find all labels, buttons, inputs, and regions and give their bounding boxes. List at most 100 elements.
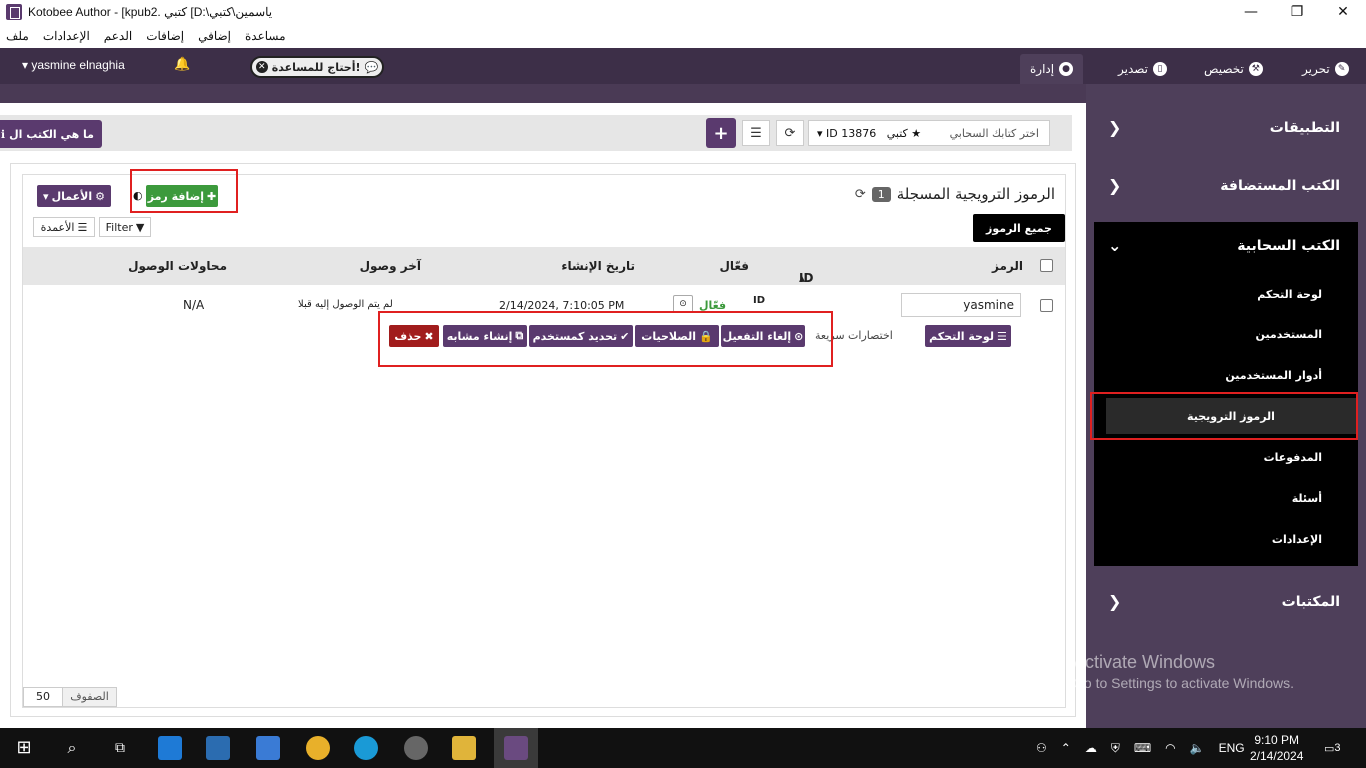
code-field[interactable]: yasmine: [901, 293, 1021, 317]
sidebar-item-cloud-books[interactable]: ⌄ الكتب السحابية: [1086, 228, 1366, 268]
col-created[interactable]: تاريخ الإنشاء: [561, 259, 635, 273]
promo-codes-panel: ⟳ 1 الرموز الترويجية المسجلة جميع الرموز…: [10, 163, 1076, 717]
menu-settings[interactable]: الإعدادات: [43, 29, 90, 43]
menu-addons[interactable]: إضافات: [146, 29, 184, 43]
start-icon[interactable]: ⊞: [12, 736, 36, 760]
help-label: أحتاج للمساعدة!: [271, 60, 361, 74]
menu-support[interactable]: الدعم: [104, 29, 132, 43]
user-menu[interactable]: ▾ yasmine elnaghia: [22, 58, 125, 72]
app-top-bar: ▾ yasmine elnaghia 🔔 ✕ أحتاج للمساعدة! 💬…: [0, 48, 1366, 84]
all-codes-button[interactable]: جميع الرموز: [973, 214, 1065, 242]
chevron-down-icon: ⌄: [1108, 236, 1122, 255]
filter-button[interactable]: Filter ▼: [99, 217, 151, 237]
select-placeholder: اختر كتابك السحابي: [949, 127, 1039, 140]
maximize-button[interactable]: ❐: [1274, 0, 1320, 24]
wifi-icon[interactable]: ◠: [1165, 741, 1175, 755]
chevron-up-icon[interactable]: ⌃: [1061, 741, 1071, 755]
dashboard-shortcut-button[interactable]: لوحة التحكم ☰: [925, 325, 1011, 347]
add-book-button[interactable]: +: [706, 118, 736, 148]
list-icon: ☰: [996, 329, 1007, 343]
row-last-access: لم يتم الوصول إليه قبلا: [298, 299, 393, 310]
chevron-right-icon: ❯: [1108, 176, 1122, 195]
tab-edit[interactable]: تحرير ✎: [1292, 54, 1359, 84]
sidebar-subitem-user-roles[interactable]: أدوار المستخدمين: [1225, 369, 1322, 382]
select-all-checkbox[interactable]: [1040, 259, 1053, 272]
close-circle-icon[interactable]: ✕: [255, 61, 268, 73]
sidebar-subitem-payments[interactable]: المدفوعات: [1264, 451, 1322, 464]
highlight-quick-actions: [378, 311, 833, 367]
device-icon: ▯: [1153, 62, 1168, 76]
highlight-promo-codes: [1090, 392, 1358, 440]
task-view-icon[interactable]: ⧉: [108, 736, 132, 760]
columns-button[interactable]: الأعمدة ☰: [33, 217, 95, 237]
cloud-book-select[interactable]: ▾ ID 13876 كتبي ★ اختر كتابك السحابي: [808, 120, 1050, 146]
sidebar-item-apps[interactable]: ❯ التطبيقات: [1086, 110, 1366, 150]
notification-count: 3: [1334, 742, 1341, 754]
sidebar-subitem-settings[interactable]: الإعدادات: [1272, 533, 1322, 546]
app-icon[interactable]: [404, 736, 428, 760]
window-title: Kotobee Author - [kpub2. كتبي [D:\ياسمين…: [28, 5, 273, 19]
kotobee-taskbar-button[interactable]: [494, 728, 538, 768]
menu-bar: ملف الإعدادات الدعم إضافات إضافي مساعدة: [0, 24, 1366, 48]
volume-icon[interactable]: 🔈: [1190, 741, 1205, 755]
what-are-books-button[interactable]: ℹ ما هي الكتب ال: [0, 120, 102, 148]
sidebar-item-libraries[interactable]: ❯ المكتبات: [1086, 584, 1366, 624]
filter-icon: ▼: [135, 220, 145, 234]
menu-file[interactable]: ملف: [6, 29, 29, 43]
keyboard-icon[interactable]: ⌨: [1134, 741, 1151, 755]
list-icon: ☰: [750, 125, 762, 141]
kotobee-app-icon: [6, 4, 22, 20]
star-icon: ★: [911, 127, 922, 140]
language-indicator[interactable]: ENG: [1219, 741, 1245, 755]
menu-extra[interactable]: إضافي: [198, 29, 231, 43]
people-icon[interactable]: ⚇: [1036, 741, 1047, 755]
sidebar-subitem-dashboard[interactable]: لوحة التحكم: [1257, 288, 1322, 301]
help-button[interactable]: ✕ أحتاج للمساعدة! 💬: [250, 56, 384, 78]
chrome-icon[interactable]: [306, 736, 330, 760]
actions-button[interactable]: ▾ الأعمال ⚙: [37, 185, 111, 207]
store-icon[interactable]: [206, 736, 230, 760]
sidebar-subitem-users[interactable]: المستخدمين: [1256, 328, 1322, 341]
rows-per-page-input[interactable]: 50: [23, 687, 63, 707]
right-sidebar: ❯ التطبيقات ❯ الكتب المستضافة ⌄ الكتب ال…: [1086, 84, 1366, 728]
menu-help[interactable]: مساعدة: [245, 29, 286, 43]
tab-customize[interactable]: تخصيص ⚒: [1194, 54, 1273, 84]
refresh-icon[interactable]: ⟳: [855, 187, 866, 202]
caret-down-icon: ▾: [22, 58, 29, 72]
close-button[interactable]: ✕: [1320, 0, 1366, 24]
col-last-access[interactable]: آخر وصول: [360, 259, 421, 273]
edge-legacy-icon[interactable]: [158, 736, 182, 760]
minimize-button[interactable]: —: [1228, 0, 1274, 24]
gear-icon: ⚙: [95, 189, 105, 203]
cloud-icon[interactable]: ☁: [1085, 741, 1097, 755]
refresh-button[interactable]: ⟳: [776, 120, 804, 146]
notification-icon: ▭: [1324, 742, 1335, 755]
sidebar-subitem-questions[interactable]: أسئلة: [1292, 492, 1322, 505]
pencil-icon: ✎: [1334, 62, 1349, 76]
col-attempts[interactable]: محاولات الوصول: [128, 259, 227, 273]
selected-book: ▾ ID 13876 كتبي ★: [817, 127, 922, 140]
user-icon: ●: [1059, 62, 1074, 76]
edge-icon[interactable]: [354, 736, 378, 760]
tab-export[interactable]: تصدير ▯: [1108, 54, 1177, 84]
chevron-right-icon: ❯: [1108, 592, 1122, 611]
tab-manage[interactable]: إدارة ●: [1020, 54, 1084, 84]
list-view-button[interactable]: ☰: [742, 120, 770, 146]
file-explorer-icon[interactable]: [452, 736, 476, 760]
mail-icon[interactable]: [256, 736, 280, 760]
notifications-button[interactable]: ▭ 3: [1324, 728, 1341, 768]
info-icon[interactable]: ◐: [133, 189, 143, 202]
col-code[interactable]: الرمز: [992, 259, 1023, 273]
refresh-icon: ⟳: [784, 125, 796, 141]
chat-icon: 💬: [364, 60, 379, 74]
shield-icon[interactable]: ⛨: [1111, 741, 1120, 756]
user-name: yasmine elnaghia: [31, 58, 125, 72]
col-active[interactable]: فعّال: [719, 259, 749, 273]
search-icon[interactable]: ⌕: [60, 736, 84, 760]
bell-icon[interactable]: 🔔: [174, 57, 190, 72]
columns-icon: ☰: [77, 220, 88, 234]
clock[interactable]: 9:10 PM 2/14/2024: [1250, 732, 1303, 764]
plus-icon: +: [713, 122, 729, 144]
sidebar-item-hosted-books[interactable]: ❯ الكتب المستضافة: [1086, 168, 1366, 208]
row-checkbox[interactable]: [1040, 299, 1053, 312]
